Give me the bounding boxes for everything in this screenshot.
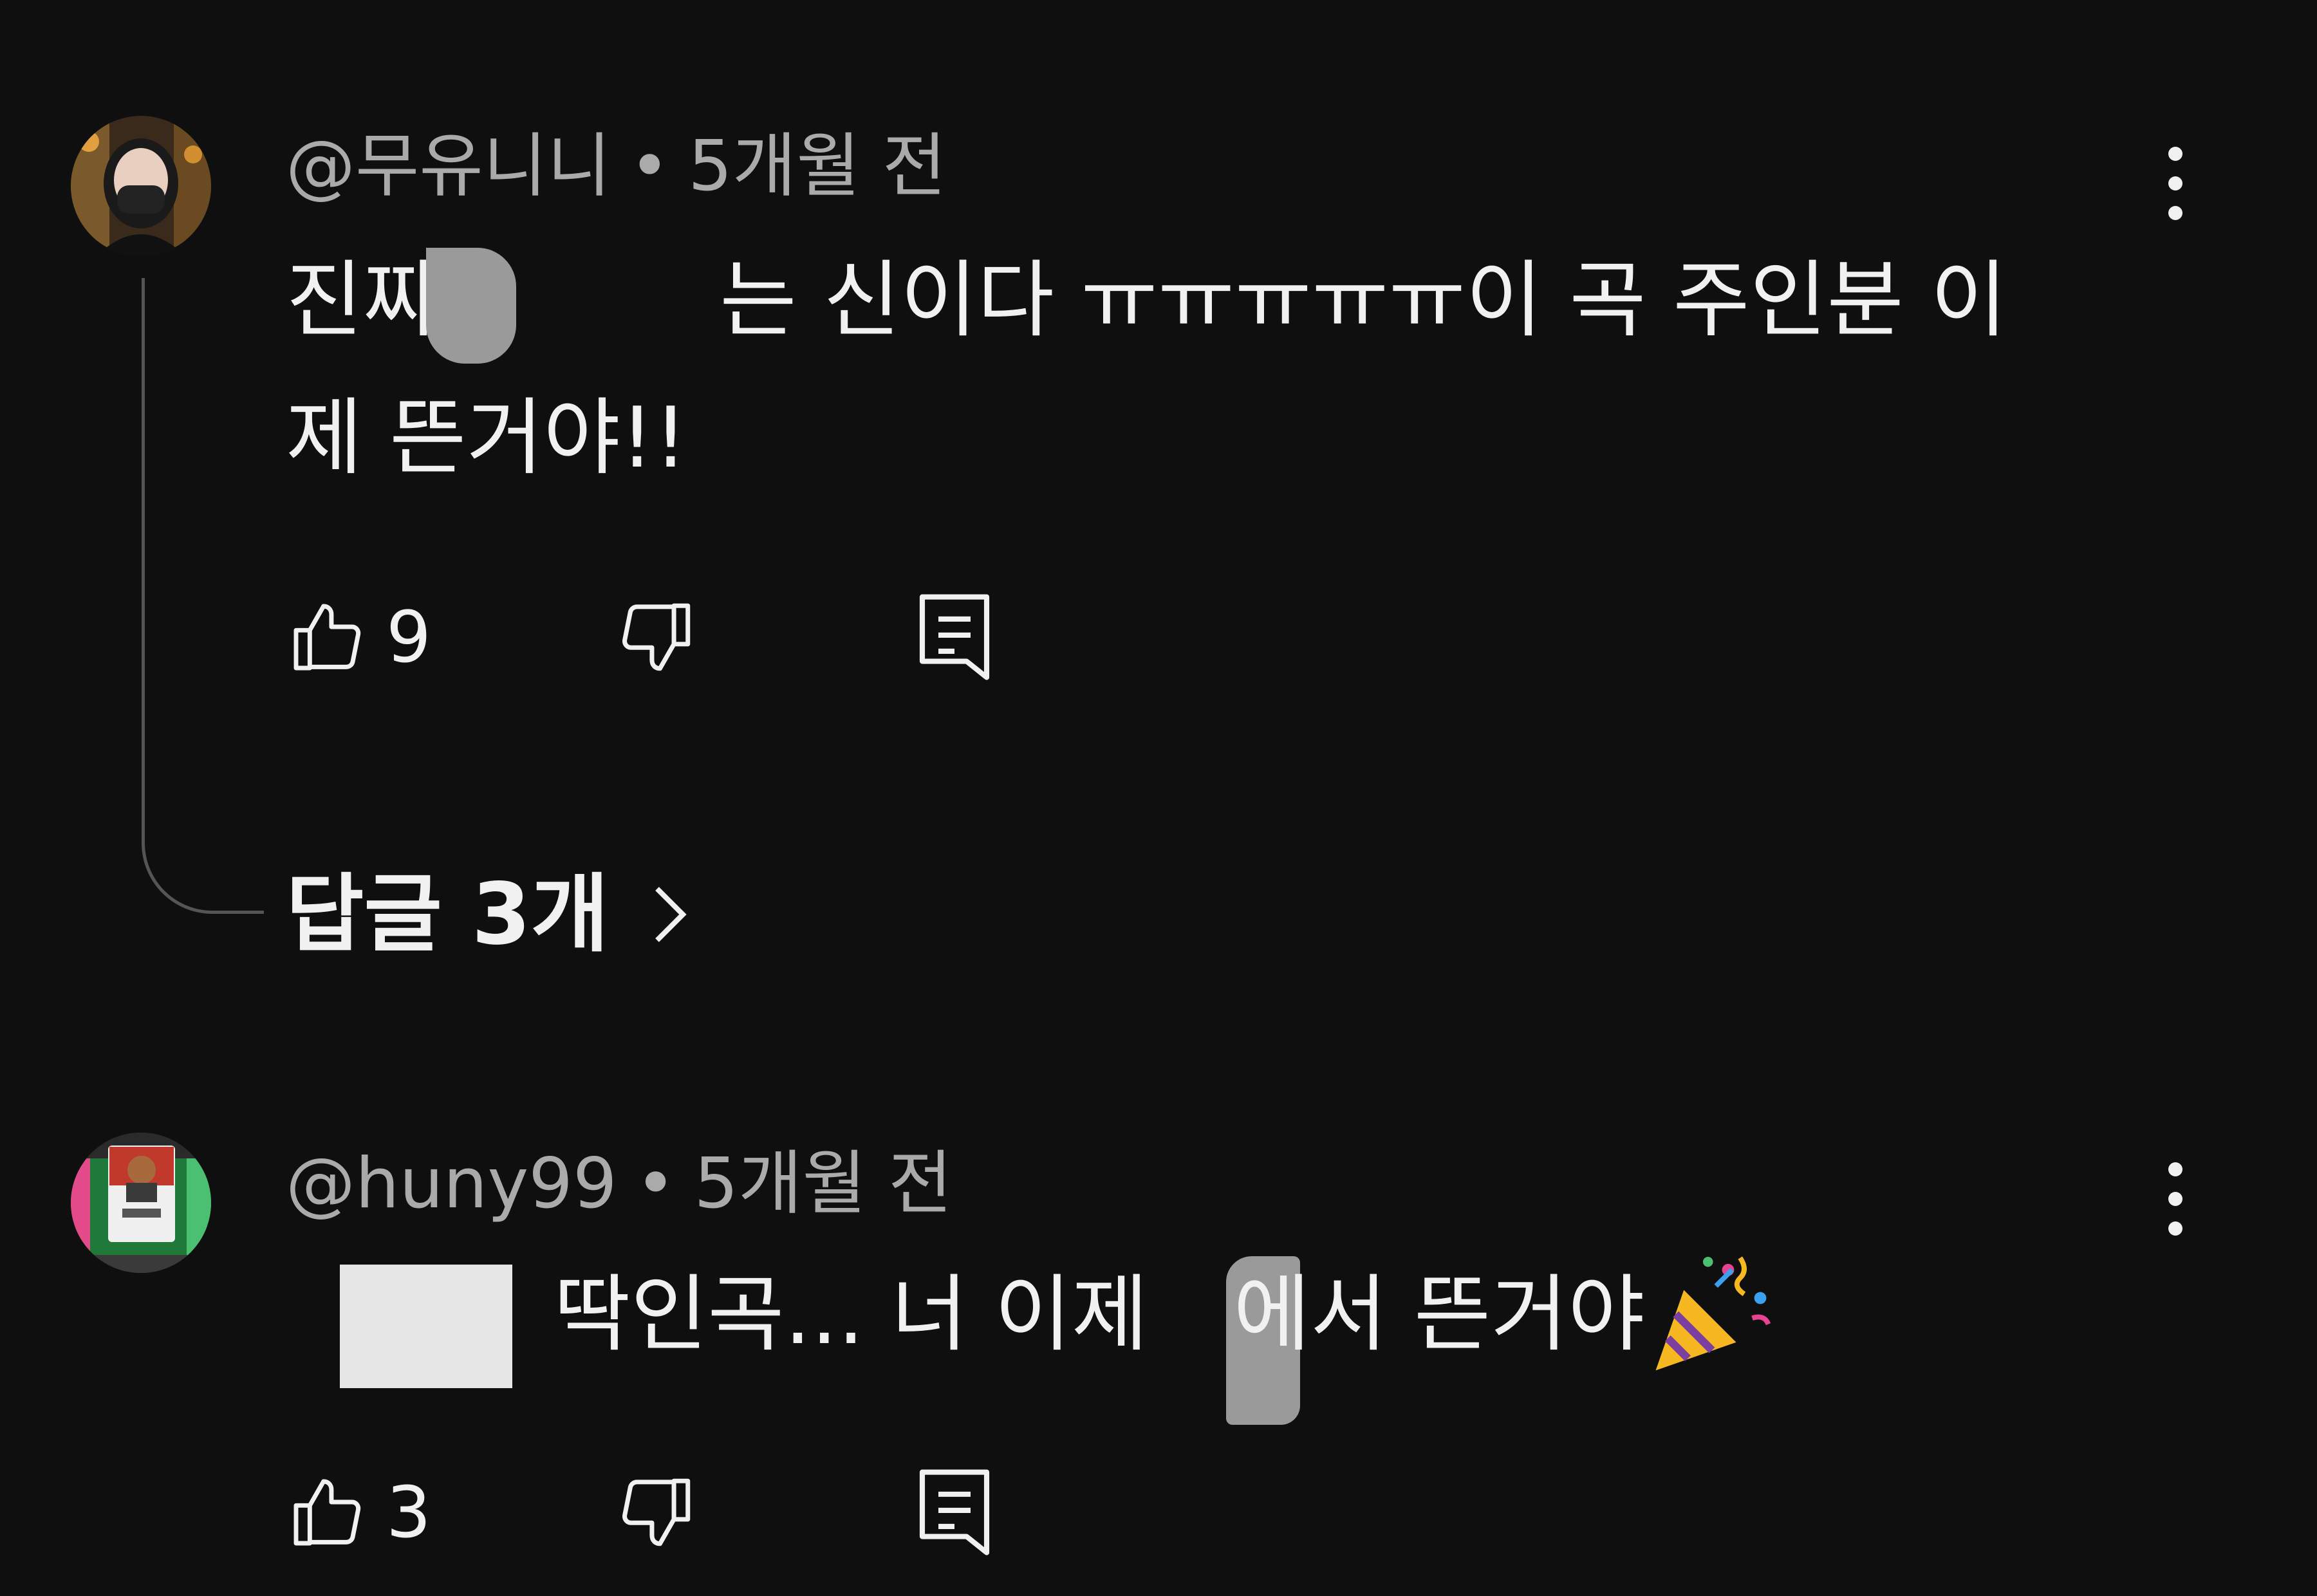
author-name[interactable]: @huny99	[286, 1144, 617, 1224]
comment-time[interactable]: 5개월 전	[694, 1144, 952, 1224]
redaction-blur	[426, 248, 516, 364]
thumbs-down-icon	[622, 1478, 691, 1546]
thumbs-up-icon	[293, 1479, 361, 1546]
reply-button[interactable]	[914, 1464, 1004, 1561]
author-name[interactable]: @무유니니	[286, 126, 611, 207]
party-popper-icon	[1655, 1256, 1771, 1371]
reply-button[interactable]	[914, 589, 1004, 685]
redaction-box	[340, 1265, 512, 1388]
thread-line	[142, 278, 264, 914]
meta-separator: •	[629, 126, 671, 207]
like-button[interactable]: 9	[286, 595, 479, 679]
like-count: 3	[386, 1471, 431, 1554]
comment-text-part: 진짜	[286, 251, 440, 349]
comment-text: 딱인곡... 너 이제 에서 뜬거야	[554, 1246, 1776, 1382]
comment-text-part: 에서 뜬거야	[1233, 1265, 1645, 1363]
avatar[interactable]	[71, 116, 211, 256]
like-count: 9	[386, 596, 431, 678]
view-replies-button[interactable]: 답글 3개	[286, 872, 693, 957]
comment-time[interactable]: 5개월 전	[688, 126, 946, 207]
comment-text-part: 딱인곡... 너 이제	[554, 1265, 1149, 1363]
chevron-right-icon	[655, 887, 687, 942]
comment-meta: @무유니니 • 5개월 전	[286, 132, 946, 201]
replies-label: 답글 3개	[286, 865, 609, 964]
comment-text-line2: 제 뜬거야!!	[286, 389, 687, 487]
more-vertical-icon[interactable]	[2137, 132, 2214, 235]
like-button[interactable]: 3	[286, 1471, 479, 1554]
more-vertical-icon[interactable]	[2137, 1147, 2214, 1250]
comment-text-part: 는 신이다 ㅠㅠㅠㅠㅠ이 곡 주인분 이	[720, 251, 2007, 349]
avatar[interactable]	[71, 1133, 211, 1273]
thumbs-down-icon	[622, 603, 691, 671]
dislike-button[interactable]	[615, 595, 705, 679]
comment-meta: @huny99 • 5개월 전	[286, 1149, 953, 1219]
reply-icon	[919, 594, 990, 680]
thumbs-up-icon	[293, 604, 361, 671]
reply-icon	[919, 1469, 990, 1555]
redaction-mask	[518, 254, 705, 338]
meta-separator: •	[635, 1144, 676, 1224]
dislike-button[interactable]	[615, 1471, 705, 1554]
